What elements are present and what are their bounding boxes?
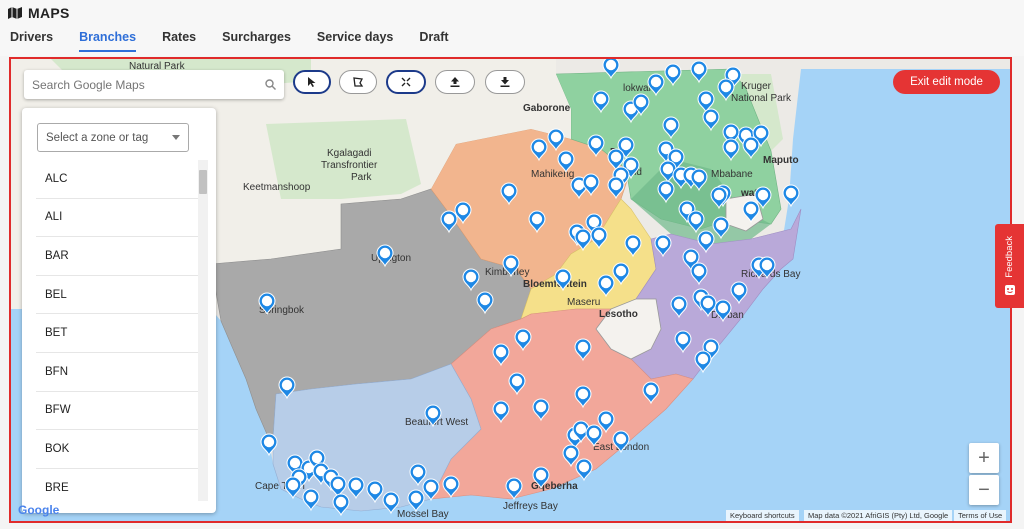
chevron-down-icon bbox=[172, 135, 180, 140]
branch-pin[interactable] bbox=[302, 488, 320, 512]
tab-rates[interactable]: Rates bbox=[162, 28, 196, 52]
label-transfrontier: Transfrontier bbox=[321, 160, 378, 171]
label-kgalagadi: Kgalagadi bbox=[327, 148, 371, 159]
label-maseru: Maseru bbox=[567, 297, 600, 308]
download-tool-button[interactable] bbox=[485, 70, 525, 94]
zone-item-bfw[interactable]: BFW bbox=[36, 392, 198, 431]
zone-item-bet[interactable]: BET bbox=[36, 314, 198, 353]
branch-pin[interactable] bbox=[407, 489, 425, 513]
app-title: MAPS bbox=[8, 4, 70, 22]
branch-pin[interactable] bbox=[332, 493, 350, 517]
label-mahikeng: Mahikeng bbox=[531, 169, 574, 180]
zone-list-scrollbar[interactable] bbox=[198, 160, 208, 501]
label-national-park: National Park bbox=[731, 93, 792, 104]
label-mbabane: Mbabane bbox=[711, 169, 753, 180]
zone-item-alc[interactable]: ALC bbox=[36, 160, 198, 199]
exit-edit-mode-button[interactable]: Exit edit mode bbox=[893, 70, 1000, 94]
label-jeffreys-bay: Jeffreys Bay bbox=[503, 501, 558, 512]
smiley-icon bbox=[1004, 284, 1015, 295]
upload-icon bbox=[450, 77, 460, 87]
zone-select[interactable]: Select a zone or tag bbox=[37, 123, 189, 152]
zone-panel: Select a zone or tag ALC ALI BAR BEL BET… bbox=[22, 108, 216, 513]
feedback-tab[interactable]: Feedback bbox=[995, 224, 1024, 308]
split-icon bbox=[401, 77, 411, 87]
draw-tool-button[interactable] bbox=[339, 70, 377, 94]
zone-item-ali[interactable]: ALI bbox=[36, 199, 198, 238]
label-mossel-bay: Mossel Bay bbox=[397, 509, 449, 520]
split-tool-button[interactable] bbox=[386, 70, 426, 94]
zone-item-bok[interactable]: BOK bbox=[36, 430, 198, 469]
zoom-in-button[interactable]: + bbox=[969, 443, 999, 473]
label-park: Park bbox=[351, 172, 373, 183]
map-frame[interactable]: Natural Park Gaborone lokwane Kruger Nat… bbox=[9, 57, 1012, 523]
upload-tool-button[interactable] bbox=[435, 70, 475, 94]
terms-of-use-link[interactable]: Terms of Use bbox=[954, 510, 1007, 521]
google-logo: Google bbox=[18, 503, 60, 517]
label-keetmanshoop: Keetmanshoop bbox=[243, 182, 311, 193]
tab-service-days[interactable]: Service days bbox=[317, 28, 393, 52]
label-gaborone: Gaborone bbox=[523, 103, 571, 114]
zone-item-bfn[interactable]: BFN bbox=[36, 353, 198, 392]
search-input[interactable] bbox=[32, 77, 265, 92]
zoom-out-button[interactable]: − bbox=[969, 475, 999, 505]
tab-drivers[interactable]: Drivers bbox=[10, 28, 53, 52]
keyboard-shortcuts-link[interactable]: Keyboard shortcuts bbox=[726, 510, 799, 521]
app-title-text: MAPS bbox=[28, 5, 70, 21]
zone-list: ALC ALI BAR BEL BET BFN BFW BOK BRE bbox=[36, 160, 198, 501]
label-kruger: Kruger bbox=[741, 81, 772, 92]
cursor-icon bbox=[308, 77, 316, 87]
zone-list-scroll-thumb[interactable] bbox=[199, 170, 207, 194]
polygon-icon bbox=[353, 77, 364, 87]
search-box[interactable] bbox=[24, 70, 284, 99]
feedback-label: Feedback bbox=[1004, 236, 1015, 278]
select-tool-button[interactable] bbox=[293, 70, 331, 94]
zone-item-bel[interactable]: BEL bbox=[36, 276, 198, 315]
tab-branches[interactable]: Branches bbox=[79, 28, 137, 52]
map-data-attribution: Map data ©2021 AfriGIS (Pty) Ltd, Google bbox=[804, 510, 953, 521]
label-bloemfontein: Bloemfontein bbox=[523, 279, 587, 290]
zone-item-bre[interactable]: BRE bbox=[36, 469, 198, 501]
zone-select-placeholder: Select a zone or tag bbox=[46, 131, 149, 144]
map-icon bbox=[8, 7, 22, 19]
download-icon bbox=[500, 77, 510, 87]
search-icon[interactable] bbox=[265, 79, 276, 90]
tab-draft[interactable]: Draft bbox=[419, 28, 448, 52]
label-lesotho: Lesotho bbox=[599, 309, 638, 320]
label-maputo: Maputo bbox=[763, 155, 799, 166]
top-bar: MAPS Drivers Branches Rates Surcharges S… bbox=[0, 0, 1024, 56]
tab-surcharges[interactable]: Surcharges bbox=[222, 28, 291, 52]
tab-bar: Drivers Branches Rates Surcharges Servic… bbox=[0, 28, 465, 52]
zone-item-bar[interactable]: BAR bbox=[36, 237, 198, 276]
